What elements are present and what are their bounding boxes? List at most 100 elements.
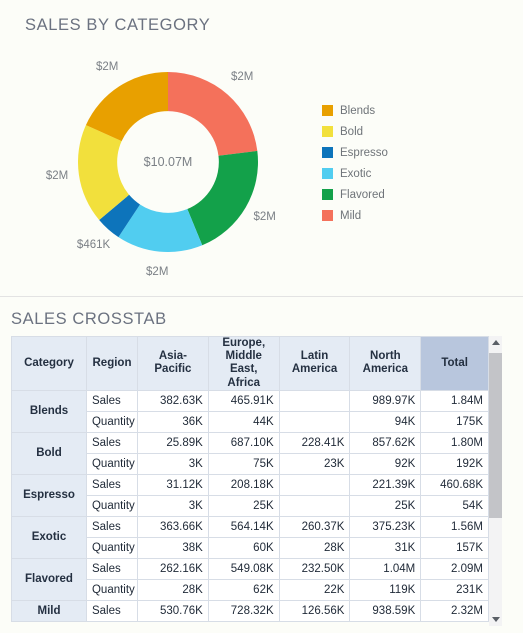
value-cell-total: 175K	[420, 410, 489, 433]
slice-label-bold: $2M	[45, 170, 69, 183]
column-header-category[interactable]: Category	[11, 336, 87, 391]
slice-label-blends: $2M	[95, 60, 119, 73]
crosstab-header: Category Region Asia-Pacific Europe, Middle…	[11, 336, 489, 391]
value-cell-north-america: 25K	[349, 494, 422, 517]
measure-cell: Sales	[85, 473, 139, 496]
legend-swatch-icon	[322, 147, 333, 158]
value-cell-total: 1.84M	[420, 389, 489, 412]
column-header-europe-middle-east-africa[interactable]: Europe, Middle East, Africa	[207, 336, 280, 391]
value-cell-north-america: 221.39K	[349, 473, 422, 496]
scroll-down-button[interactable]	[489, 613, 502, 626]
category-cell: Mild	[11, 599, 87, 622]
table-row[interactable]: Blends Sales 382.63K 465.91K 989.97K 1.84M	[11, 389, 489, 433]
value-cell-total: 54K	[420, 494, 489, 517]
value-cell-asia-pacific: 363.66K	[137, 515, 209, 538]
value-cell-total: 2.09M	[420, 557, 489, 580]
value-cell-asia-pacific: 3K	[137, 494, 209, 517]
legend-item-bold[interactable]: Bold	[322, 121, 388, 142]
value-cell-emea: 208.18K	[207, 473, 280, 496]
value-cell-asia-pacific: 31.12K	[137, 473, 209, 496]
value-cell-latin-america: 260.37K	[278, 515, 351, 538]
measure-cell: Quantity	[85, 536, 139, 559]
sales-crosstab-panel: SALES CROSSTAB Category Region Asia-Pacifi…	[0, 297, 523, 633]
value-cell-north-america: 92K	[349, 452, 422, 475]
legend-item-espresso[interactable]: Espresso	[322, 142, 388, 163]
category-cell: Flavored	[11, 557, 87, 601]
value-cell-emea: 687.10K	[207, 431, 280, 454]
legend-swatch-icon	[322, 105, 333, 116]
legend-item-label: Espresso	[340, 146, 388, 159]
table-row[interactable]: Mild Sales 530.76K 728.32K 126.56K 938.59K 2.3…	[11, 599, 489, 622]
crosstab-title: SALES CROSSTAB	[11, 310, 167, 328]
value-cell-asia-pacific: 530.76K	[137, 599, 209, 622]
measure-cell: Sales	[85, 431, 139, 454]
measure-cell: Sales	[85, 599, 139, 622]
crosstab-vertical-scrollbar[interactable]	[489, 336, 502, 626]
slice-label-exotic: $2M	[146, 266, 169, 279]
legend-item-blends[interactable]: Blends	[322, 100, 388, 121]
slice-label-flavored: $2M	[253, 211, 276, 224]
column-header-north-america[interactable]: North America	[349, 336, 422, 391]
table-row[interactable]: Flavored Sales 262.16K 549.08K 232.50K 1.04M 2…	[11, 557, 489, 601]
crosstab-table: Category Region Asia-Pacific Europe, Middle…	[11, 336, 489, 622]
table-row[interactable]: Bold Sales 25.89K 687.10K 228.41K 857.62K 1.80…	[11, 431, 489, 475]
value-cell-emea: 75K	[207, 452, 280, 475]
table-row[interactable]: Exotic Sales 363.66K 564.14K 260.37K 375.23K 1…	[11, 515, 489, 559]
crosstab-body: Blends Sales 382.63K 465.91K 989.97K 1.84M Qua…	[11, 389, 489, 622]
column-header-latin-america[interactable]: Latin America	[278, 336, 351, 391]
column-header-total[interactable]: Total	[420, 336, 489, 391]
value-cell-latin-america: 126.56K	[278, 599, 351, 622]
legend-item-label: Exotic	[340, 167, 372, 180]
measure-cell: Quantity	[85, 578, 139, 601]
scroll-up-button[interactable]	[489, 336, 502, 349]
value-cell-north-america: 989.97K	[349, 389, 422, 412]
crosstab-header-row: Category Region Asia-Pacific Europe, Middle…	[11, 336, 489, 391]
value-cell-emea: 44K	[207, 410, 280, 433]
value-cell-emea: 564.14K	[207, 515, 280, 538]
value-cell-latin-america: 22K	[278, 578, 351, 601]
value-cell-emea: 728.32K	[207, 599, 280, 622]
category-cell: Blends	[11, 389, 87, 433]
value-cell-north-america: 857.62K	[349, 431, 422, 454]
category-cell: Bold	[11, 431, 87, 475]
legend-swatch-icon	[322, 210, 333, 221]
slice-label-mild: $2M	[230, 71, 254, 84]
value-cell-total: 460.68K	[420, 473, 489, 496]
legend-swatch-icon	[322, 126, 333, 137]
donut-slice-mild[interactable]	[168, 72, 258, 156]
measure-cell: Quantity	[85, 494, 139, 517]
column-header-region[interactable]: Region	[85, 336, 139, 391]
value-cell-emea: 25K	[207, 494, 280, 517]
value-cell-latin-america: 232.50K	[278, 557, 351, 580]
donut-slice-flavored[interactable]	[187, 150, 258, 246]
legend-item-mild[interactable]: Mild	[322, 205, 388, 226]
column-header-asia-pacific[interactable]: Asia-Pacific	[137, 336, 209, 391]
donut-chart-svg	[78, 72, 258, 252]
value-cell-total: 1.56M	[420, 515, 489, 538]
value-cell-asia-pacific: 36K	[137, 410, 209, 433]
value-cell-asia-pacific: 38K	[137, 536, 209, 559]
value-cell-latin-america: 228.41K	[278, 431, 351, 454]
crosstab-grid: Category Region Asia-Pacific Europe, Middle…	[11, 336, 501, 626]
legend-item-flavored[interactable]: Flavored	[322, 184, 388, 205]
triangle-up-icon	[491, 340, 500, 345]
value-cell-latin-america	[278, 494, 351, 517]
value-cell-latin-america	[278, 410, 351, 433]
value-cell-emea: 60K	[207, 536, 280, 559]
value-cell-latin-america: 23K	[278, 452, 351, 475]
scrollbar-thumb[interactable]	[489, 353, 502, 518]
chart-legend: Blends Bold Espresso Exotic Flavored Mild	[322, 100, 388, 226]
value-cell-north-america: 119K	[349, 578, 422, 601]
value-cell-north-america: 375.23K	[349, 515, 422, 538]
value-cell-latin-america	[278, 389, 351, 412]
donut-chart[interactable]: $10.07M	[78, 72, 258, 252]
value-cell-emea: 62K	[207, 578, 280, 601]
table-row[interactable]: Espresso Sales 31.12K 208.18K 221.39K 460.68K	[11, 473, 489, 517]
slice-label-espresso: $461K	[76, 238, 111, 251]
legend-item-exotic[interactable]: Exotic	[322, 163, 388, 184]
page-title: SALES BY CATEGORY	[25, 16, 211, 34]
value-cell-north-america: 94K	[349, 410, 422, 433]
sales-by-category-panel: SALES BY CATEGORY $10.07M $2M $2M $2M $461K…	[0, 0, 523, 297]
legend-item-label: Flavored	[340, 188, 385, 201]
value-cell-north-america: 938.59K	[349, 599, 422, 622]
